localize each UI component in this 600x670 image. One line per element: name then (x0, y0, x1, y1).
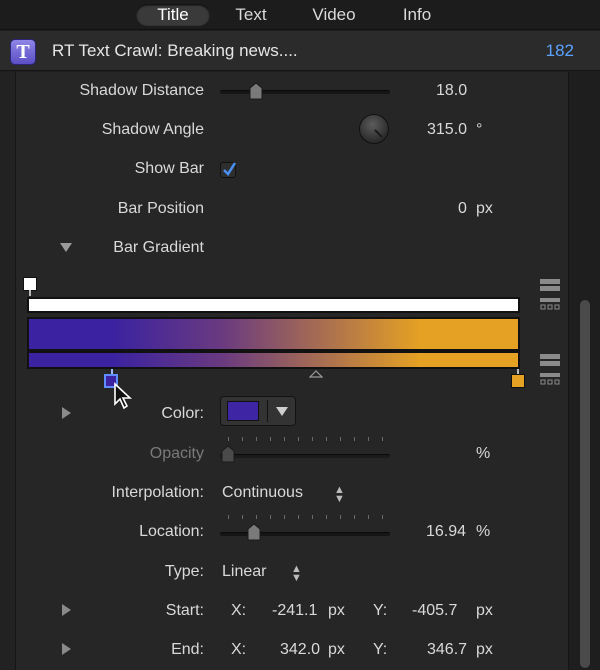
tab-text[interactable]: Text (222, 4, 280, 26)
shadow-angle-label: Shadow Angle (101, 121, 204, 138)
location-slider-knob[interactable] (247, 523, 261, 541)
color-stop-right[interactable] (511, 374, 525, 388)
interpolation-label: Interpolation: (111, 484, 204, 501)
end-y-label: Y: (373, 641, 388, 658)
opacity-label: Opacity (149, 445, 204, 462)
type-popup[interactable]: Linear (222, 563, 266, 581)
show-bar-checkbox[interactable] (220, 162, 237, 178)
opacity-slider[interactable] (220, 454, 390, 458)
opacity-stop-stem (29, 290, 31, 296)
show-bar-label: Show Bar (134, 160, 204, 177)
start-x-label: X: (231, 602, 247, 619)
end-disclosure-icon[interactable] (62, 643, 71, 655)
clip-name: RT Text Crawl: Breaking news.... (52, 41, 298, 60)
mouse-cursor-icon (114, 382, 133, 410)
opacity-stop-left[interactable] (23, 277, 37, 291)
tab-title[interactable]: Title (136, 4, 210, 26)
end-y-value[interactable]: 346.7 (427, 641, 467, 659)
opacity-gradient-bar[interactable] (27, 297, 520, 313)
chevron-down-icon[interactable] (276, 407, 288, 416)
dial-icon[interactable] (359, 114, 389, 144)
start-x-unit: px (328, 602, 345, 619)
start-x-value[interactable]: -241.1 (272, 602, 317, 620)
end-label: End: (171, 641, 204, 658)
bar-gradient-preview (27, 317, 520, 351)
start-y-label: Y: (373, 602, 388, 619)
interpolation-popup[interactable]: Continuous (222, 484, 303, 502)
location-label: Location: (139, 523, 204, 540)
interpolation-popup-arrows-icon[interactable]: ▲ ▼ (334, 485, 345, 505)
start-y-unit: px (476, 602, 493, 619)
location-unit: % (476, 523, 491, 540)
color-well-divider (267, 400, 268, 422)
type-label: Type: (164, 563, 204, 580)
end-x-unit: px (328, 641, 345, 658)
start-disclosure-icon[interactable] (62, 604, 71, 616)
location-slider[interactable] (220, 532, 390, 536)
shadow-angle-value[interactable]: 315.0 (427, 121, 467, 139)
inspector-tab-bar: Title Text Video Info (0, 0, 600, 30)
color-label: Color: (161, 405, 204, 422)
shadow-distance-label: Shadow Distance (79, 82, 204, 99)
gradient-color-distribute-icon[interactable] (540, 372, 560, 386)
inspector-header: T RT Text Crawl: Breaking news.... 182 (0, 31, 600, 71)
title-t-icon: T (10, 39, 36, 65)
checkmark-icon (223, 162, 237, 176)
panel-left-edge (0, 72, 16, 670)
end-x-label: X: (231, 641, 247, 658)
gradient-color-stops-icon[interactable] (540, 353, 560, 367)
opacity-slider-ticks (228, 437, 390, 441)
tab-info[interactable]: Info (392, 4, 442, 26)
color-well[interactable] (220, 396, 296, 426)
shadow-angle-unit: ° (476, 121, 483, 138)
start-label: Start: (165, 602, 204, 619)
bar-gradient-label: Bar Gradient (113, 239, 204, 256)
scrollbar-thumb[interactable] (580, 300, 590, 668)
bar-position-value[interactable]: 0 (458, 200, 467, 218)
shadow-distance-slider-knob[interactable] (249, 82, 263, 100)
end-x-value[interactable]: 342.0 (280, 641, 320, 659)
color-disclosure-icon[interactable] (62, 407, 71, 419)
gradient-opacity-distribute-icon[interactable] (540, 297, 560, 311)
opacity-unit: % (476, 445, 491, 462)
bar-position-label: Bar Position (117, 200, 204, 217)
location-slider-ticks (228, 515, 390, 519)
color-swatch[interactable] (227, 401, 259, 421)
shadow-distance-slider[interactable] (220, 90, 390, 94)
start-y-value[interactable]: -405.7 (412, 602, 457, 620)
gradient-opacity-stops-icon[interactable] (540, 278, 560, 292)
shadow-distance-value[interactable]: 18.0 (436, 82, 467, 100)
clip-number: 182 (545, 41, 574, 60)
end-y-unit: px (476, 641, 493, 658)
bar-gradient-disclosure-icon[interactable] (60, 243, 72, 252)
opacity-slider-knob[interactable] (221, 445, 235, 463)
location-value[interactable]: 16.94 (426, 523, 466, 541)
type-popup-arrows-icon[interactable]: ▲ ▼ (291, 564, 302, 584)
bar-position-unit: px (476, 200, 493, 217)
gradient-midpoint-marker[interactable] (309, 370, 323, 378)
tab-video[interactable]: Video (302, 4, 366, 26)
color-gradient-bar[interactable] (27, 351, 520, 369)
